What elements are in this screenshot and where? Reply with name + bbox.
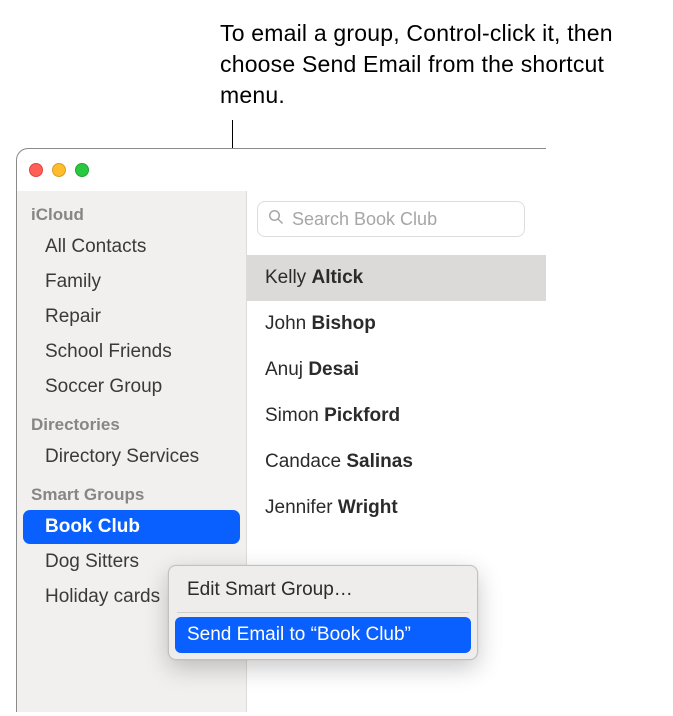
contact-first-name: Anuj xyxy=(265,359,303,380)
contact-last-name: Wright xyxy=(338,497,398,518)
help-caption: To email a group, Control-click it, then… xyxy=(220,18,650,111)
contact-row[interactable]: John Bishop xyxy=(247,301,546,347)
contact-last-name: Desai xyxy=(308,359,359,380)
close-window-button[interactable] xyxy=(29,163,43,177)
window-titlebar xyxy=(17,149,546,191)
contact-row[interactable]: Kelly Altick xyxy=(247,255,546,301)
sidebar-section-header: Directories xyxy=(17,405,246,439)
contact-row[interactable]: Jennifer Wright xyxy=(247,485,546,531)
contact-row[interactable]: Anuj Desai xyxy=(247,347,546,393)
zoom-window-button[interactable] xyxy=(75,163,89,177)
contact-first-name: Jennifer xyxy=(265,497,333,518)
search-placeholder: Search Book Club xyxy=(292,209,437,230)
contact-first-name: John xyxy=(265,313,306,334)
sidebar-item-directory-services[interactable]: Directory Services xyxy=(23,440,240,474)
contact-first-name: Candace xyxy=(265,451,341,472)
sidebar-item-school-friends[interactable]: School Friends xyxy=(23,335,240,369)
menu-item-send-email[interactable]: Send Email to “Book Club” xyxy=(175,617,471,653)
sidebar-section-header: Smart Groups xyxy=(17,475,246,509)
minimize-window-button[interactable] xyxy=(52,163,66,177)
menu-item-edit-smart-group[interactable]: Edit Smart Group… xyxy=(175,572,471,608)
search-input[interactable]: Search Book Club xyxy=(257,201,525,237)
sidebar-item-repair[interactable]: Repair xyxy=(23,300,240,334)
contact-row[interactable]: Candace Salinas xyxy=(247,439,546,485)
sidebar-item-soccer-group[interactable]: Soccer Group xyxy=(23,370,240,404)
context-menu: Edit Smart Group… Send Email to “Book Cl… xyxy=(168,565,478,660)
contact-row[interactable]: Simon Pickford xyxy=(247,393,546,439)
search-icon xyxy=(268,209,284,230)
sidebar-item-all-contacts[interactable]: All Contacts xyxy=(23,230,240,264)
contact-first-name: Kelly xyxy=(265,267,306,288)
contact-last-name: Salinas xyxy=(346,451,413,472)
contact-last-name: Bishop xyxy=(311,313,375,334)
menu-divider xyxy=(177,612,469,613)
contact-last-name: Altick xyxy=(311,267,363,288)
sidebar-item-family[interactable]: Family xyxy=(23,265,240,299)
contact-last-name: Pickford xyxy=(324,405,400,426)
sidebar-item-book-club[interactable]: Book Club xyxy=(23,510,240,544)
contact-first-name: Simon xyxy=(265,405,319,426)
contact-list: Kelly Altick John Bishop Anuj Desai Simo… xyxy=(247,255,546,531)
sidebar-section-header: iCloud xyxy=(17,195,246,229)
